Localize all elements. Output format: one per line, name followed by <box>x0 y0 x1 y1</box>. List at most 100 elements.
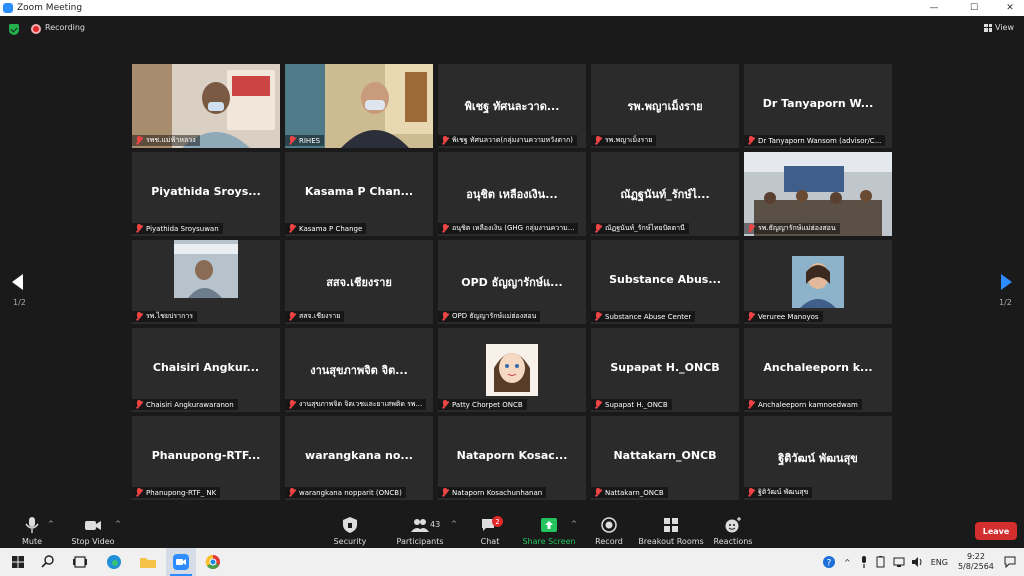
participant-tile[interactable]: Chaisiri Angkur... Chaisiri Angkurawarano… <box>132 328 280 412</box>
participant-name-label: ฐิติวัฒน์ พัฒนสุข <box>744 487 813 498</box>
muted-microphone-icon <box>441 312 449 321</box>
muted-microphone-icon <box>441 224 449 233</box>
network-icon[interactable] <box>893 556 905 568</box>
participants-icon <box>411 519 429 532</box>
participant-name-label: OPD ธัญญารักษ์แม่ฮ่องสอน <box>438 311 541 322</box>
minimize-button[interactable]: — <box>916 0 952 16</box>
share-options-caret-icon[interactable]: ^ <box>571 520 577 528</box>
participant-tile[interactable]: งานสุขภาพจิต จิต... งานสุขภาพจิต จิตเวชแล… <box>285 328 433 412</box>
breakout-rooms-button[interactable]: Breakout Rooms <box>638 512 704 548</box>
zoom-app-icon[interactable] <box>171 552 191 572</box>
system-tray: ? ^ ENG 9:22 5/8/2564 <box>822 548 1016 576</box>
participant-tile[interactable]: สสจ.เชียงราย สสจ.เชียงราย <box>285 240 433 324</box>
participant-tile[interactable]: Substance Abus... Substance Abuse Center <box>591 240 739 324</box>
participant-tile[interactable]: Veruree Manoyos <box>744 240 892 324</box>
participant-tile[interactable]: Supapat H._ONCB Supapat H._ONCB <box>591 328 739 412</box>
grid-view-icon <box>984 23 993 32</box>
notification-icon[interactable] <box>1004 556 1016 568</box>
input-language[interactable]: ENG <box>931 558 948 567</box>
muted-microphone-icon <box>288 136 296 145</box>
muted-microphone-icon <box>594 224 602 233</box>
muted-microphone-icon <box>594 312 602 321</box>
clock[interactable]: 9:22 5/8/2564 <box>958 552 994 572</box>
participant-tile[interactable]: ฐิติวัฒน์ พัฒนสุข ฐิติวัฒน์ พัฒนสุข <box>744 416 892 500</box>
participant-tile[interactable]: รพ.ไชยปราการ <box>132 240 280 324</box>
participant-tile[interactable]: Kasama P Chan... Kasama P Change <box>285 152 433 236</box>
participant-name: รพ.ไชยปราการ <box>146 312 194 320</box>
participant-name: พิเชฐ ทัศนลวาด(กลุ่มงานความหวังตาก) <box>452 136 573 144</box>
participant-tile[interactable]: ณัฏฐนันท์_รักษ์ไ... ณัฏฐนันท์_รักษ์ไทยปัต… <box>591 152 739 236</box>
close-window-button[interactable]: ✕ <box>992 0 1024 16</box>
muted-microphone-icon <box>288 400 296 409</box>
participant-tile[interactable]: Phanupong-RTF... Phanupong-RTF_ NK <box>132 416 280 500</box>
muted-microphone-icon <box>135 224 143 233</box>
participant-tile[interactable]: Nattakarn_ONCB Nattakarn_ONCB <box>591 416 739 500</box>
participant-tile[interactable]: รพ.ธัญญารักษ์แม่ฮ่องสอน <box>744 152 892 236</box>
participant-name-label: Nataporn Kosachunhanan <box>438 487 547 498</box>
participants-button[interactable]: Participants <box>397 512 444 548</box>
participant-tile[interactable]: OPD ธัญญารักษ์แ... OPD ธัญญารักษ์แม่ฮ่องส… <box>438 240 586 324</box>
participant-tile[interactable]: อนุชิต เหลืองเงิน... อนุชิต เหลืองเงิน (G… <box>438 152 586 236</box>
participant-name-label: งานสุขภาพจิต จิตเวชและยาเสพติด รพ... <box>285 399 427 410</box>
view-button[interactable]: View <box>984 23 1014 32</box>
participant-tile[interactable]: Piyathida Sroys... Piyathida Sroysuwan <box>132 152 280 236</box>
participant-name: Chaisiri Angkurawaranon <box>146 400 234 409</box>
muted-microphone-icon <box>747 312 755 321</box>
tray-mic-icon[interactable] <box>859 556 869 568</box>
page-indicator-right: 1/2 <box>999 298 1012 307</box>
participant-tile[interactable]: Patty Chorpet ONCB <box>438 328 586 412</box>
participant-tile[interactable]: Anchaleeporn k... Anchaleeporn kamnoedwam <box>744 328 892 412</box>
task-view-icon[interactable] <box>70 552 90 572</box>
windows-start-icon[interactable] <box>8 552 28 572</box>
participant-tile[interactable]: Nataporn Kosac... Nataporn Kosachunhanan <box>438 416 586 500</box>
mute-button[interactable]: Mute <box>20 512 44 548</box>
participants-options-caret-icon[interactable]: ^ <box>451 520 457 528</box>
audio-options-caret-icon[interactable]: ^ <box>48 520 54 528</box>
participant-tile[interactable]: รพช.แม่ฟ้าหลวง <box>132 64 280 148</box>
participant-name-label: Phanupong-RTF_ NK <box>132 487 221 498</box>
participant-tile[interactable]: Dr Tanyaporn W... Dr Tanyaporn Wansom (ad… <box>744 64 892 148</box>
participant-display-name: Phanupong-RTF... <box>151 449 261 462</box>
muted-microphone-icon <box>747 400 755 409</box>
share-screen-button[interactable]: Share Screen <box>522 512 576 548</box>
participant-name-label: Anchaleeporn kamnoedwam <box>744 399 862 410</box>
chrome-browser-icon[interactable] <box>203 552 223 572</box>
participant-display-name: Kasama P Chan... <box>304 185 414 198</box>
help-icon[interactable]: ? <box>822 555 836 569</box>
participant-display-name: OPD ธัญญารักษ์แ... <box>461 276 563 289</box>
zoom-logo-icon <box>3 3 13 13</box>
participant-display-name: Supapat H._ONCB <box>610 361 720 374</box>
reactions-button[interactable]: Reactions <box>714 512 752 548</box>
participant-tile[interactable]: RIHES <box>285 64 433 148</box>
video-options-caret-icon[interactable]: ^ <box>115 520 121 528</box>
participant-name-label: Substance Abuse Center <box>591 311 696 322</box>
participant-tile[interactable]: พิเชฐ ทัศนละวาด... พิเชฐ ทัศนลวาด(กลุ่มงา… <box>438 64 586 148</box>
maximize-button[interactable]: ☐ <box>956 0 992 16</box>
record-button[interactable]: Record <box>594 512 624 548</box>
chat-unread-badge: 2 <box>492 516 503 527</box>
muted-microphone-icon <box>441 488 449 497</box>
previous-page-arrow-icon[interactable] <box>12 274 23 290</box>
next-page-arrow-icon[interactable] <box>1001 274 1012 290</box>
participant-name: warangkana nopparit (ONCB) <box>299 488 402 497</box>
clock-time: 9:22 <box>966 552 985 561</box>
participant-tile[interactable]: รพ.พญาเม็งราย รพ.พญาเม็งราย <box>591 64 739 148</box>
edge-browser-icon[interactable] <box>104 552 124 572</box>
muted-microphone-icon <box>441 136 449 145</box>
stop-video-button[interactable]: Stop Video <box>71 512 115 548</box>
leave-meeting-button[interactable]: Leave <box>975 522 1017 540</box>
participant-display-name: Anchaleeporn k... <box>763 361 873 374</box>
window-titlebar: Zoom Meeting — ☐ ✕ <box>0 0 1024 16</box>
search-icon[interactable] <box>38 552 58 572</box>
security-button[interactable]: Security <box>332 512 368 548</box>
meeting-toolbar: Mute ^ Stop Video ^ Security Participant… <box>0 512 1024 548</box>
volume-icon[interactable] <box>911 556 923 568</box>
participants-count: 43 <box>430 520 441 529</box>
battery-icon[interactable] <box>875 556 887 568</box>
encryption-shield-icon[interactable] <box>9 24 19 35</box>
participant-name: รพ.พญาเม็งราย <box>605 136 653 144</box>
tray-overflow-icon[interactable]: ^ <box>844 558 851 567</box>
file-explorer-icon[interactable] <box>138 552 158 572</box>
participant-tile[interactable]: warangkana no... warangkana nopparit (ONC… <box>285 416 433 500</box>
muted-microphone-icon <box>288 312 296 321</box>
